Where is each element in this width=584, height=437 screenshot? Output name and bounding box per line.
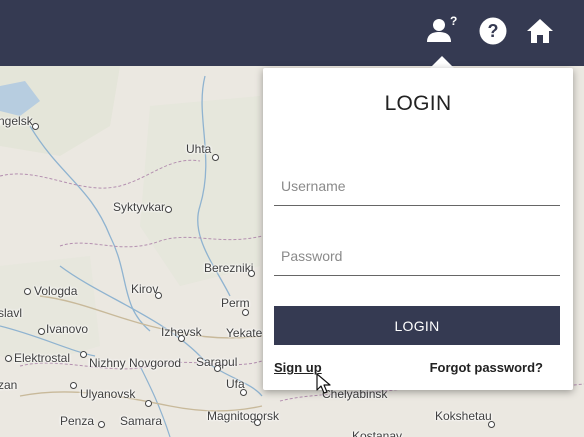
- help-icon[interactable]: ?: [475, 13, 511, 49]
- city-marker: [70, 382, 77, 389]
- svg-text:?: ?: [450, 14, 457, 28]
- city-marker: [98, 421, 105, 428]
- login-title: LOGIN: [384, 92, 452, 115]
- city-label: Kostanay: [352, 429, 403, 437]
- city-label: Vologda: [34, 284, 78, 298]
- password-field[interactable]: [274, 236, 560, 276]
- city-label: Berezniki: [204, 261, 254, 275]
- city-label: ngelsk: [0, 114, 33, 128]
- mouse-pointer-icon: [316, 373, 331, 394]
- city-marker: [32, 123, 39, 130]
- city-label: Magnitogorsk: [207, 409, 280, 423]
- username-field[interactable]: [274, 166, 560, 206]
- city-marker: [165, 206, 172, 213]
- city-marker: [155, 292, 162, 299]
- city-label: Yekate: [226, 326, 263, 340]
- city-label: Samara: [120, 414, 163, 428]
- city-marker: [488, 421, 495, 428]
- city-marker: [80, 351, 87, 358]
- user-question-icon[interactable]: ?: [424, 13, 460, 49]
- city-label: slavl: [0, 306, 23, 320]
- city-marker: [178, 335, 185, 342]
- city-marker: [24, 288, 31, 295]
- city-label: Nizhny Novgorod: [89, 356, 182, 370]
- city-label: Perm: [221, 296, 250, 310]
- city-label: Elektrostal: [14, 351, 71, 365]
- forgot-password-link[interactable]: Forgot password?: [430, 360, 543, 375]
- city-label: Uhta: [186, 142, 212, 156]
- city-label: zan: [0, 378, 18, 392]
- signup-link[interactable]: Sign up: [274, 360, 322, 375]
- home-icon[interactable]: [522, 13, 558, 49]
- popup-arrow: [430, 56, 454, 68]
- city-marker: [214, 365, 221, 372]
- city-marker: [212, 154, 219, 161]
- city-marker: [254, 419, 261, 426]
- city-label: Penza: [60, 414, 95, 428]
- svg-text:?: ?: [488, 21, 499, 41]
- city-marker: [5, 355, 12, 362]
- city-label: Syktyvkar: [113, 200, 166, 214]
- city-marker: [240, 389, 247, 396]
- login-popup: LOGIN LOGIN Sign up Forgot password?: [263, 68, 573, 390]
- city-marker: [38, 328, 45, 335]
- city-label: Ulyanovsk: [80, 387, 136, 401]
- city-marker: [248, 270, 255, 277]
- city-label: Kokshetau: [435, 409, 492, 423]
- city-label: Ivanovo: [46, 322, 89, 336]
- city-marker: [145, 400, 152, 407]
- top-navigation-bar: ? ?: [0, 0, 584, 66]
- city-marker: [242, 309, 249, 316]
- login-button[interactable]: LOGIN: [274, 306, 560, 345]
